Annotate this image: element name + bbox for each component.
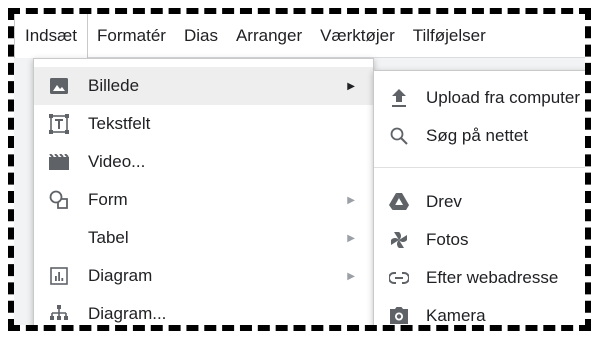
crop-frame	[8, 8, 591, 331]
